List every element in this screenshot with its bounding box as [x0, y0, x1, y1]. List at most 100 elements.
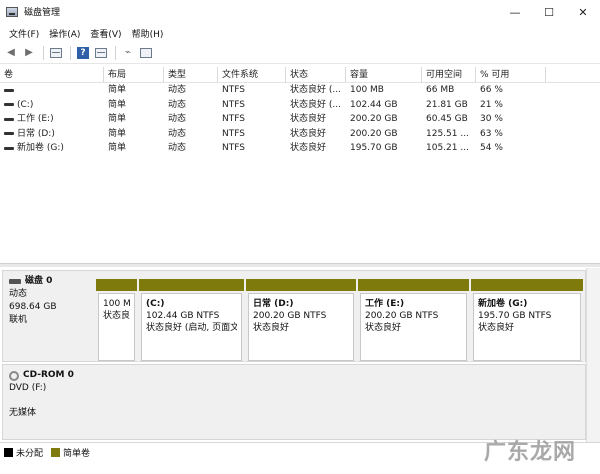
close-button[interactable]: ✕ [566, 0, 600, 24]
partition-title: 新加卷 (G:) [478, 299, 528, 309]
type-cell: 动态 [168, 85, 187, 95]
settings-icon[interactable] [138, 45, 154, 61]
partition-status: 状态良好 [365, 323, 402, 333]
status-cell: 状态良好 [290, 114, 327, 124]
connect-icon[interactable]: ⌁ [120, 45, 136, 61]
disk-map: 磁盘 0 动态 698.64 GB 联机 100 M 状态良 (C:) 102.… [0, 268, 586, 442]
cdrom-name: CD-ROM 0 [23, 370, 74, 380]
toolbar: ◀ ▶ ? ⌁ [0, 42, 600, 64]
menu-action[interactable]: 操作(A) [44, 27, 85, 40]
unallocated-swatch [4, 448, 13, 457]
legend-item-simple-volume: 简单卷 [51, 446, 90, 459]
cdrom-row: CD-ROM 0 DVD (F:) 无媒体 [2, 364, 586, 440]
table-row[interactable]: 简单 动态 NTFS 状态良好 (... 100 MB 66 MB 66 % [0, 83, 600, 98]
partition-size: 102.44 GB NTFS [146, 311, 220, 321]
layout-cell: 简单 [108, 114, 127, 124]
column-header-free-space[interactable]: 可用空间 [422, 67, 476, 82]
forward-icon[interactable]: ▶ [21, 45, 37, 61]
toolbar-separator [115, 45, 116, 60]
partition-system-reserved[interactable]: 100 M 状态良 [96, 279, 139, 363]
type-cell: 动态 [168, 114, 187, 124]
partition-color-bar [358, 279, 469, 291]
column-header-volume[interactable]: 卷 [0, 67, 104, 82]
table-header: 卷 布局 类型 文件系统 状态 容量 可用空间 % 可用 [0, 67, 600, 83]
vertical-scrollbar[interactable] [586, 268, 600, 442]
partition-size: 200.20 GB NTFS [253, 311, 327, 321]
percent-free-cell: 63 % [480, 128, 503, 139]
disk-size: 698.64 GB [9, 302, 57, 312]
type-cell: 动态 [168, 128, 187, 139]
partition-color-bar [139, 279, 244, 291]
status-cell: 状态良好 [290, 143, 327, 153]
help-icon[interactable]: ? [75, 45, 91, 61]
partition-title: 工作 (E:) [365, 299, 405, 309]
legend-label: 简单卷 [63, 449, 91, 459]
menu-file[interactable]: 文件(F) [4, 27, 44, 40]
partition-title: (C:) [146, 299, 165, 309]
layout-cell: 简单 [108, 143, 127, 153]
pane-splitter[interactable] [0, 263, 600, 267]
capacity-cell: 100 MB [350, 85, 384, 95]
minimize-button[interactable]: — [498, 0, 532, 24]
partition-e[interactable]: 工作 (E:) 200.20 GB NTFS 状态良好 [358, 279, 471, 363]
watermark: 广东龙网 [483, 440, 576, 465]
filesystem-cell: NTFS [222, 85, 245, 95]
disk-info[interactable]: 磁盘 0 动态 698.64 GB 联机 [3, 271, 95, 361]
partition-color-bar [96, 279, 137, 291]
column-header-capacity[interactable]: 容量 [346, 67, 422, 82]
menu-help[interactable]: 帮助(H) [127, 27, 169, 40]
disk-row: 磁盘 0 动态 698.64 GB 联机 100 M 状态良 (C:) 102.… [2, 270, 586, 363]
window-title: 磁盘管理 [24, 8, 61, 18]
partition-color-bar [246, 279, 356, 291]
toolbar-separator [70, 45, 71, 60]
volume-name: 日常 (D:) [17, 128, 55, 139]
free-space-cell: 66 MB [426, 85, 455, 95]
partition-status: 状态良好 [478, 323, 515, 333]
column-header-layout[interactable]: 布局 [104, 67, 164, 82]
back-icon[interactable]: ◀ [3, 45, 19, 61]
capacity-cell: 200.20 GB [350, 114, 398, 124]
cdrom-info[interactable]: CD-ROM 0 DVD (F:) 无媒体 [3, 365, 95, 439]
column-header-percent-free[interactable]: % 可用 [476, 67, 546, 82]
volume-name: 工作 (E:) [17, 114, 54, 124]
menu-bar: 文件(F) 操作(A) 查看(V) 帮助(H) [0, 24, 600, 42]
table-row[interactable]: 日常 (D:) 简单 动态 NTFS 状态良好 200.20 GB 125.51… [0, 127, 600, 142]
properties-icon[interactable] [93, 45, 109, 61]
status-cell: 状态良好 (... [290, 99, 341, 110]
volume-icon [4, 132, 14, 136]
volume-icon [4, 117, 14, 121]
volume-name: 新加卷 (G:) [17, 143, 64, 153]
disk-status: 联机 [9, 315, 28, 325]
type-cell: 动态 [168, 143, 187, 153]
type-cell: 动态 [168, 99, 187, 110]
partition-g[interactable]: 新加卷 (G:) 195.70 GB NTFS 状态良好 [471, 279, 585, 363]
percent-free-cell: 66 % [480, 85, 503, 95]
status-cell: 状态良好 [290, 128, 327, 139]
filesystem-cell: NTFS [222, 143, 245, 153]
table-row[interactable]: 工作 (E:) 简单 动态 NTFS 状态良好 200.20 GB 60.45 … [0, 112, 600, 127]
view-icon[interactable] [48, 45, 64, 61]
volume-name: (C:) [17, 99, 34, 110]
status-cell: 状态良好 (... [290, 85, 341, 95]
partition-size: 195.70 GB NTFS [478, 311, 552, 321]
partition-title: 日常 (D:) [253, 299, 294, 309]
column-header-type[interactable]: 类型 [164, 67, 218, 82]
toolbar-separator [43, 45, 44, 60]
table-row[interactable]: 新加卷 (G:) 简单 动态 NTFS 状态良好 195.70 GB 105.2… [0, 141, 600, 156]
volume-icon [4, 146, 14, 150]
cd-rom-icon [9, 370, 19, 381]
hard-disk-icon [9, 279, 21, 284]
table-row[interactable]: (C:) 简单 动态 NTFS 状态良好 (... 102.44 GB 21.8… [0, 98, 600, 113]
partition-d[interactable]: 日常 (D:) 200.20 GB NTFS 状态良好 [246, 279, 358, 363]
simple-volume-swatch [51, 448, 61, 457]
free-space-cell: 125.51 ... [426, 128, 469, 139]
partition-c[interactable]: (C:) 102.44 GB NTFS 状态良好 (启动, 页面文 [139, 279, 246, 363]
column-header-filesystem[interactable]: 文件系统 [218, 67, 286, 82]
cdrom-drive: DVD (F:) [9, 383, 47, 393]
filesystem-cell: NTFS [222, 114, 245, 124]
column-header-status[interactable]: 状态 [286, 67, 346, 82]
free-space-cell: 60.45 GB [426, 114, 468, 124]
percent-free-cell: 21 % [480, 99, 503, 110]
maximize-button[interactable]: ☐ [532, 0, 566, 24]
menu-view[interactable]: 查看(V) [85, 27, 126, 40]
